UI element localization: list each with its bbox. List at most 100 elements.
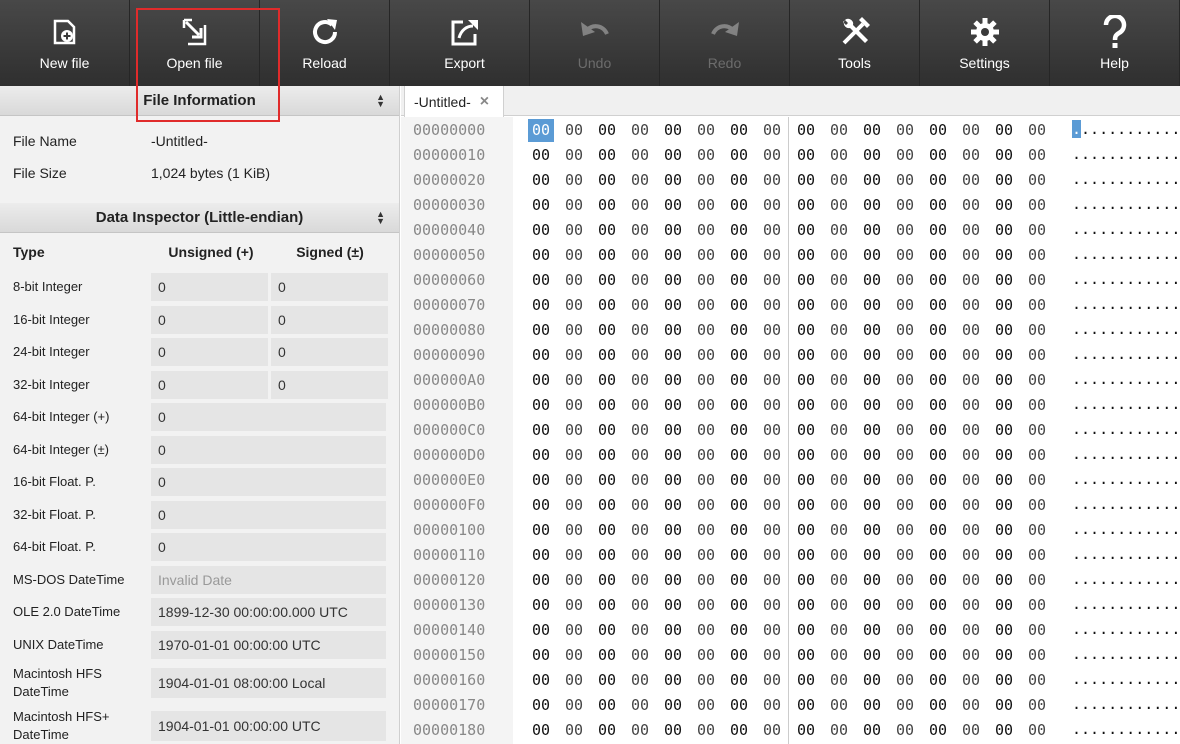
hex-byte[interactable]: 00 bbox=[958, 146, 984, 164]
hex-byte[interactable]: 00 bbox=[925, 371, 951, 389]
hex-byte[interactable]: 00 bbox=[826, 396, 852, 414]
hex-byte[interactable]: 00 bbox=[726, 496, 752, 514]
hex-byte[interactable]: 00 bbox=[859, 471, 885, 489]
hex-byte[interactable]: 00 bbox=[892, 321, 918, 339]
hex-byte[interactable]: 00 bbox=[991, 171, 1017, 189]
hex-byte[interactable]: 00 bbox=[561, 721, 587, 739]
hex-byte[interactable]: 00 bbox=[1024, 721, 1050, 739]
hex-byte[interactable]: 00 bbox=[660, 696, 686, 714]
hex-byte[interactable]: 00 bbox=[627, 671, 653, 689]
hex-byte[interactable]: 00 bbox=[958, 671, 984, 689]
hex-byte[interactable]: 00 bbox=[925, 171, 951, 189]
hex-byte[interactable]: 00 bbox=[693, 121, 719, 139]
hex-byte[interactable]: 00 bbox=[991, 646, 1017, 664]
hex-byte[interactable]: 00 bbox=[528, 271, 554, 289]
hex-byte[interactable]: 00 bbox=[892, 621, 918, 639]
hex-byte[interactable]: 00 bbox=[958, 371, 984, 389]
hex-byte[interactable]: 00 bbox=[660, 521, 686, 539]
hex-byte[interactable]: 00 bbox=[793, 296, 819, 314]
close-icon[interactable]: × bbox=[480, 93, 489, 111]
hex-byte[interactable]: 00 bbox=[561, 321, 587, 339]
hex-byte[interactable]: 00 bbox=[660, 471, 686, 489]
hex-byte[interactable]: 00 bbox=[660, 321, 686, 339]
hex-byte[interactable]: 00 bbox=[528, 596, 554, 614]
hex-byte[interactable]: 00 bbox=[925, 496, 951, 514]
inspector-unsigned-value[interactable]: 0 bbox=[151, 305, 268, 334]
hex-byte[interactable]: 00 bbox=[1024, 271, 1050, 289]
hex-byte[interactable]: 00 bbox=[793, 421, 819, 439]
hex-byte[interactable]: 00 bbox=[991, 371, 1017, 389]
hex-byte[interactable]: 00 bbox=[1024, 321, 1050, 339]
hex-byte[interactable]: 00 bbox=[793, 521, 819, 539]
ascii-column[interactable]: ................ bbox=[1072, 145, 1180, 163]
hex-byte[interactable]: 00 bbox=[594, 371, 620, 389]
inspector-signed-value[interactable]: 0 bbox=[271, 338, 388, 367]
hex-byte[interactable]: 00 bbox=[594, 646, 620, 664]
hex-byte[interactable]: 00 bbox=[958, 621, 984, 639]
hex-byte[interactable]: 00 bbox=[528, 571, 554, 589]
ascii-column[interactable]: ................ bbox=[1072, 320, 1180, 338]
hex-byte[interactable]: 00 bbox=[826, 721, 852, 739]
hex-byte[interactable]: 00 bbox=[859, 146, 885, 164]
hex-byte[interactable]: 00 bbox=[1024, 371, 1050, 389]
ascii-column[interactable]: ................ bbox=[1072, 495, 1180, 513]
hex-byte[interactable]: 00 bbox=[693, 371, 719, 389]
hex-byte[interactable]: 00 bbox=[594, 296, 620, 314]
hex-byte[interactable]: 00 bbox=[925, 546, 951, 564]
hex-byte[interactable]: 00 bbox=[1024, 671, 1050, 689]
hex-byte[interactable]: 00 bbox=[759, 721, 785, 739]
ascii-column[interactable]: ................ bbox=[1072, 245, 1180, 263]
hex-byte[interactable]: 00 bbox=[726, 396, 752, 414]
hex-byte[interactable]: 00 bbox=[958, 696, 984, 714]
hex-byte[interactable]: 00 bbox=[726, 571, 752, 589]
hex-byte[interactable]: 00 bbox=[627, 521, 653, 539]
hex-byte[interactable]: 00 bbox=[561, 146, 587, 164]
hex-byte[interactable]: 00 bbox=[660, 621, 686, 639]
hex-byte[interactable]: 00 bbox=[958, 121, 984, 139]
hex-byte[interactable]: 00 bbox=[561, 196, 587, 214]
hex-byte[interactable]: 00 bbox=[627, 546, 653, 564]
hex-byte[interactable]: 00 bbox=[594, 696, 620, 714]
hex-byte[interactable]: 00 bbox=[991, 546, 1017, 564]
hex-byte[interactable]: 00 bbox=[892, 521, 918, 539]
hex-byte[interactable]: 00 bbox=[528, 321, 554, 339]
hex-byte[interactable]: 00 bbox=[693, 171, 719, 189]
hex-byte[interactable]: 00 bbox=[693, 621, 719, 639]
hex-byte[interactable]: 00 bbox=[660, 646, 686, 664]
tools-button[interactable]: Tools bbox=[790, 0, 920, 86]
ascii-column[interactable]: ................ bbox=[1072, 345, 1180, 363]
hex-byte[interactable]: 00 bbox=[892, 671, 918, 689]
hex-byte[interactable]: 00 bbox=[826, 646, 852, 664]
hex-byte[interactable]: 00 bbox=[1024, 446, 1050, 464]
hex-byte[interactable]: 00 bbox=[660, 546, 686, 564]
hex-byte[interactable]: 00 bbox=[594, 271, 620, 289]
hex-byte[interactable]: 00 bbox=[561, 371, 587, 389]
hex-byte[interactable]: 00 bbox=[594, 471, 620, 489]
hex-byte[interactable]: 00 bbox=[826, 671, 852, 689]
hex-byte[interactable]: 00 bbox=[759, 621, 785, 639]
hex-byte[interactable]: 00 bbox=[726, 621, 752, 639]
hex-byte[interactable]: 00 bbox=[759, 246, 785, 264]
hex-byte[interactable]: 00 bbox=[826, 146, 852, 164]
ascii-column[interactable]: ................ bbox=[1072, 370, 1180, 388]
hex-byte[interactable]: 00 bbox=[991, 246, 1017, 264]
hex-byte[interactable]: 00 bbox=[594, 146, 620, 164]
hex-byte[interactable]: 00 bbox=[925, 396, 951, 414]
hex-byte[interactable]: 00 bbox=[660, 496, 686, 514]
inspector-value[interactable]: 0 bbox=[151, 533, 386, 562]
inspector-value[interactable]: 1904-01-01 00:00:00 UTC bbox=[151, 710, 386, 741]
hex-byte[interactable]: 00 bbox=[793, 396, 819, 414]
hex-byte[interactable]: 00 bbox=[561, 471, 587, 489]
hex-byte[interactable]: 00 bbox=[726, 471, 752, 489]
ascii-column[interactable]: ................ bbox=[1072, 645, 1180, 663]
ascii-column[interactable]: ................ bbox=[1072, 545, 1180, 563]
hex-byte[interactable]: 00 bbox=[925, 146, 951, 164]
hex-byte[interactable]: 00 bbox=[826, 371, 852, 389]
hex-byte[interactable]: 00 bbox=[958, 271, 984, 289]
hex-byte[interactable]: 00 bbox=[826, 621, 852, 639]
hex-byte[interactable]: 00 bbox=[793, 646, 819, 664]
hex-byte[interactable]: 00 bbox=[759, 196, 785, 214]
hex-byte[interactable]: 00 bbox=[693, 296, 719, 314]
hex-byte[interactable]: 00 bbox=[594, 521, 620, 539]
hex-byte[interactable]: 00 bbox=[793, 196, 819, 214]
